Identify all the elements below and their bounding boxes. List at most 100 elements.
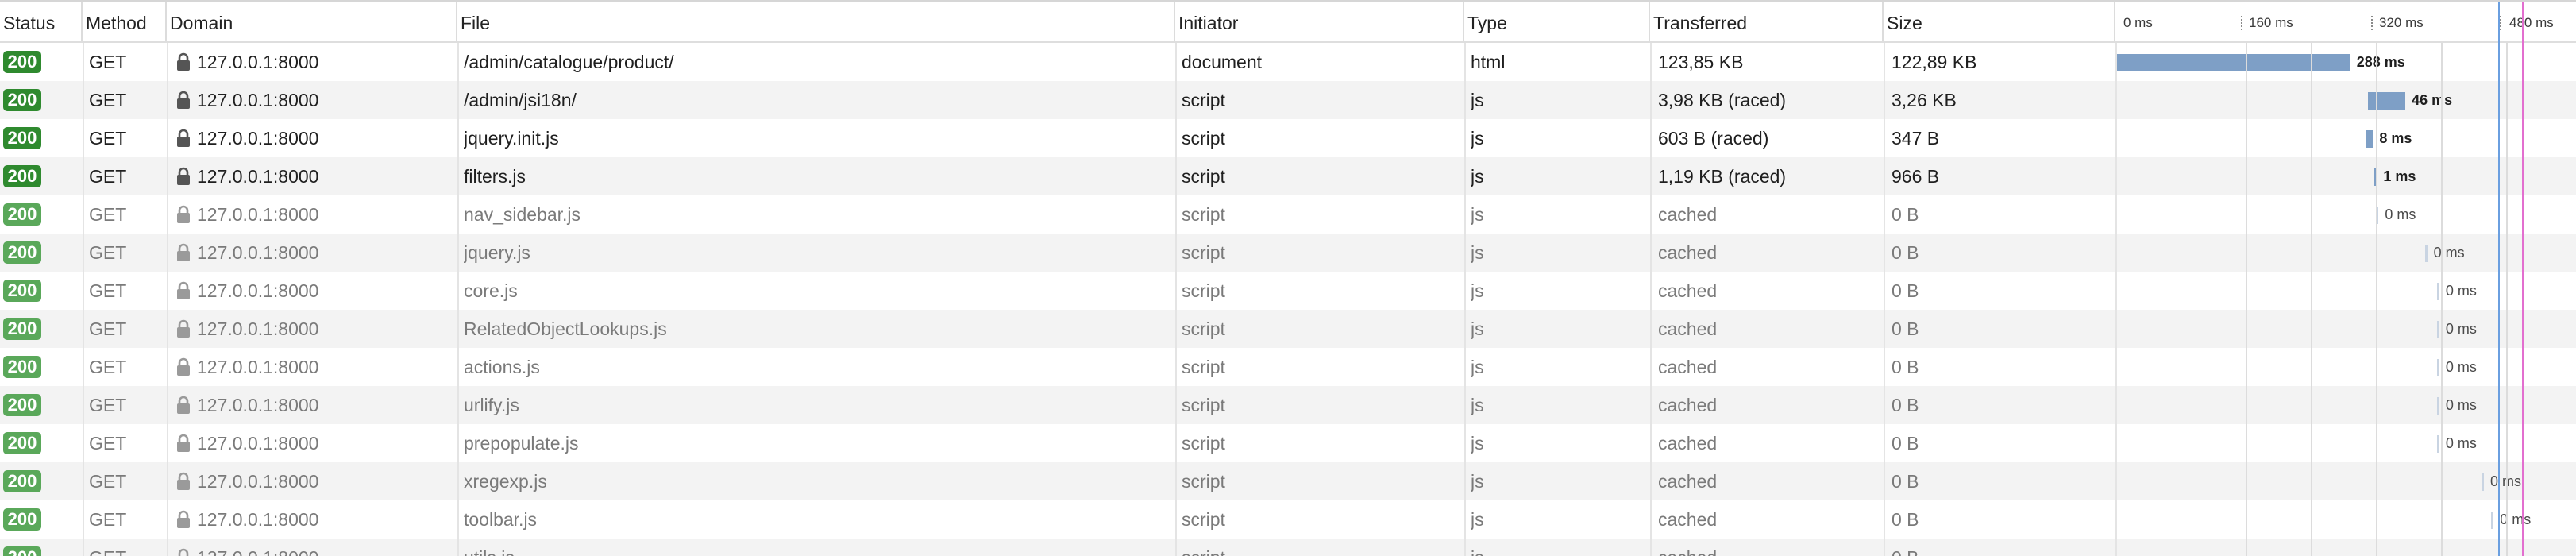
request-type: js <box>1471 433 1484 454</box>
request-type: html <box>1471 52 1506 72</box>
request-row[interactable]: 200 GET 127.0.0.1:8000 RelatedObjectLookups… <box>0 310 2576 348</box>
column-header-timeline[interactable] <box>2115 2 2576 41</box>
request-type: js <box>1471 204 1484 225</box>
request-row[interactable]: 200 GET 127.0.0.1:8000 core.js script js cache… <box>0 272 2576 310</box>
waterfall-bar[interactable] <box>2368 92 2406 110</box>
column-divider <box>1175 43 1177 556</box>
request-file: nav_sidebar.js <box>464 204 581 225</box>
timeline-gridline <box>2506 43 2508 556</box>
lock-icon <box>177 243 190 261</box>
request-size: 0 B <box>1892 242 1919 263</box>
request-initiator[interactable]: script <box>1182 424 1225 462</box>
request-file: /admin/jsi18n/ <box>464 90 577 110</box>
request-domain: 127.0.0.1:8000 <box>197 433 319 454</box>
column-header-file[interactable]: File <box>457 2 1175 41</box>
column-header-transferred[interactable]: Transferred <box>1650 2 1884 41</box>
request-transferred: cached <box>1658 509 1718 530</box>
request-initiator[interactable]: document <box>1182 43 1262 81</box>
request-row[interactable]: 200 GET 127.0.0.1:8000 nav_sidebar.js script… <box>0 195 2576 234</box>
waterfall-bar[interactable] <box>2117 54 2350 71</box>
request-row[interactable]: 200 GET 127.0.0.1:8000 utils.js script js cach… <box>0 539 2576 556</box>
waterfall-duration-label: 0 ms <box>2445 435 2477 451</box>
request-initiator[interactable]: script <box>1182 386 1225 424</box>
request-initiator[interactable]: script <box>1182 234 1225 272</box>
column-divider <box>457 43 459 556</box>
request-method: GET <box>89 509 127 530</box>
request-initiator[interactable]: script <box>1182 81 1225 119</box>
request-row[interactable]: 200 GET 127.0.0.1:8000 filters.js script js 1,… <box>0 157 2576 195</box>
request-domain: 127.0.0.1:8000 <box>197 395 319 415</box>
request-initiator[interactable]: script <box>1182 195 1225 234</box>
column-header-initiator[interactable]: Initiator <box>1175 2 1464 41</box>
request-file: RelatedObjectLookups.js <box>464 319 667 339</box>
timeline-gridline <box>2376 43 2377 556</box>
request-row[interactable]: 200 GET 127.0.0.1:8000 urlify.js script js cac… <box>0 386 2576 424</box>
lock-icon <box>177 396 190 414</box>
status-badge: 200 <box>3 432 41 454</box>
request-initiator[interactable]: script <box>1182 310 1225 348</box>
waterfall-duration-label: 0 ms <box>2445 321 2477 337</box>
column-header-domain[interactable]: Domain <box>167 2 457 41</box>
request-type: js <box>1471 509 1484 530</box>
request-initiator[interactable]: script <box>1182 500 1225 539</box>
waterfall-bar[interactable] <box>2424 245 2428 262</box>
waterfall-bar[interactable] <box>2436 359 2439 376</box>
lock-icon <box>177 510 190 528</box>
network-panel: Status Method Domain File Initiator Type… <box>0 0 2576 556</box>
column-header-method[interactable]: Method <box>83 2 167 41</box>
request-size: 3,26 KB <box>1892 90 1957 110</box>
waterfall-duration-label: 0 ms <box>2385 207 2416 222</box>
column-header-type[interactable]: Type <box>1464 2 1650 41</box>
status-badge: 200 <box>3 165 41 187</box>
request-size: 0 B <box>1892 319 1919 339</box>
request-domain: 127.0.0.1:8000 <box>197 509 319 530</box>
request-size: 0 B <box>1892 509 1919 530</box>
waterfall-bar[interactable] <box>2436 435 2439 453</box>
request-transferred: cached <box>1658 357 1718 377</box>
waterfall-bar[interactable] <box>2366 130 2374 148</box>
status-badge: 200 <box>3 203 41 226</box>
request-type: js <box>1471 357 1484 377</box>
request-size: 347 B <box>1892 128 1940 149</box>
request-domain: 127.0.0.1:8000 <box>197 52 319 72</box>
request-size: 0 B <box>1892 395 1919 415</box>
request-method: GET <box>89 242 127 263</box>
lock-icon <box>177 167 190 185</box>
request-row[interactable]: 200 GET 127.0.0.1:8000 actions.js script js ca… <box>0 348 2576 386</box>
waterfall-bar[interactable] <box>2436 321 2439 338</box>
request-method: GET <box>89 280 127 301</box>
request-method: GET <box>89 128 127 149</box>
request-initiator[interactable]: script <box>1182 272 1225 310</box>
request-type: js <box>1471 166 1484 187</box>
request-row[interactable]: 200 GET 127.0.0.1:8000/admin/catalogue/pro… <box>0 43 2576 81</box>
column-header-status[interactable]: Status <box>0 2 83 41</box>
request-row[interactable]: 200 GET 127.0.0.1:8000/admin/jsi18n/script… <box>0 81 2576 119</box>
request-initiator[interactable]: script <box>1182 348 1225 386</box>
request-method: GET <box>89 166 127 187</box>
waterfall-bar[interactable] <box>2436 397 2439 415</box>
request-row[interactable]: 200 GET 127.0.0.1:8000 toolbar.js script js ca… <box>0 500 2576 539</box>
request-initiator[interactable]: script <box>1182 539 1225 556</box>
request-initiator[interactable]: script <box>1182 119 1225 157</box>
request-row[interactable]: 200 GET 127.0.0.1:8000 prepopulate.js script… <box>0 424 2576 462</box>
request-method: GET <box>89 52 127 72</box>
request-initiator[interactable]: script <box>1182 462 1225 500</box>
waterfall-bar[interactable] <box>2482 473 2484 491</box>
status-badge: 200 <box>3 51 41 73</box>
request-size: 0 B <box>1892 433 1919 454</box>
status-badge: 200 <box>3 356 41 378</box>
request-transferred: 1,19 KB (raced) <box>1658 166 1787 187</box>
column-header-size[interactable]: Size <box>1884 2 2115 41</box>
request-row[interactable]: 200 GET 127.0.0.1:8000 jquery.js script js cac… <box>0 234 2576 272</box>
request-row[interactable]: 200 GET 127.0.0.1:8000 xregexp.js script js ca… <box>0 462 2576 500</box>
waterfall-bar[interactable] <box>2436 283 2439 300</box>
column-divider <box>1464 43 1466 556</box>
request-row[interactable]: 200 GET 127.0.0.1:8000 jquery.init.js script… <box>0 119 2576 157</box>
waterfall-bar[interactable] <box>2491 512 2494 529</box>
request-transferred: cached <box>1658 539 1717 556</box>
dom-content-loaded-marker <box>2498 2 2500 556</box>
request-transferred: cached <box>1658 242 1718 263</box>
request-domain: 127.0.0.1:8000 <box>197 539 318 556</box>
request-initiator[interactable]: script <box>1182 157 1225 195</box>
request-method: GET <box>89 395 127 415</box>
